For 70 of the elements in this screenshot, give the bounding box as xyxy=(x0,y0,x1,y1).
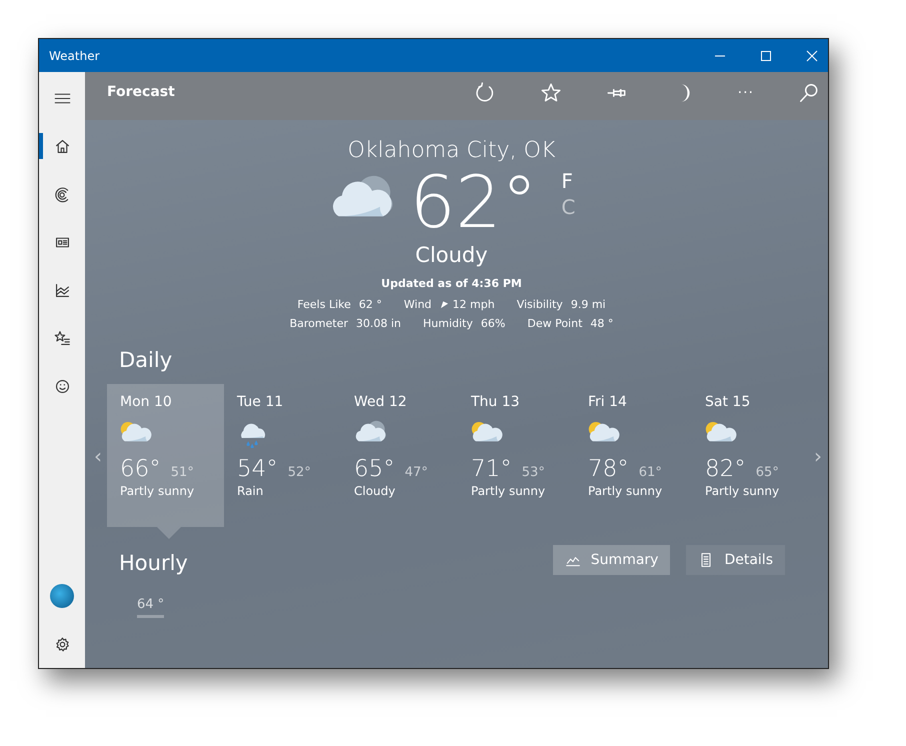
day-label: Tue 11 xyxy=(237,394,284,410)
day-card[interactable]: Wed 12 65° 47° Cloudy xyxy=(341,384,458,527)
home-icon[interactable] xyxy=(54,138,70,154)
day-label: Sat 15 xyxy=(705,394,752,410)
day-condition: Rain xyxy=(237,484,264,498)
high-temp: 82° xyxy=(705,456,746,482)
low-temp: 65° xyxy=(756,465,779,480)
high-temp: 65° xyxy=(354,456,395,482)
high-temp: 66° xyxy=(120,456,161,482)
detail-label: Wind xyxy=(404,298,432,311)
refresh-icon[interactable] xyxy=(474,82,496,104)
unit-toggle[interactable]: C xyxy=(561,195,576,219)
low-temp: 52° xyxy=(288,465,311,480)
previous-button[interactable]: ‹ xyxy=(89,444,107,468)
day-condition: Partly sunny xyxy=(471,484,546,498)
city-name: Oklahoma City, OK xyxy=(348,138,556,163)
day-label: Fri 14 xyxy=(588,394,628,410)
window-title: Weather xyxy=(48,48,100,62)
day-label: Thu 13 xyxy=(471,394,521,410)
detail-value: 9.9 mi xyxy=(570,298,606,311)
high-temp: 78° xyxy=(588,456,629,482)
unit-toggle[interactable]: F xyxy=(561,169,576,193)
high-temp: 71° xyxy=(471,456,512,482)
updated-time: Updated as of 4:36 PM xyxy=(381,277,522,290)
arrow-icon xyxy=(440,300,449,309)
avatar[interactable] xyxy=(50,584,74,608)
radar-icon[interactable] xyxy=(54,186,70,202)
detail-value: 48 ° xyxy=(590,317,614,330)
maximize-icon[interactable] xyxy=(760,50,772,62)
condition: Cloudy xyxy=(415,243,488,267)
detail-label: Dew Point xyxy=(527,317,582,330)
more-button[interactable]: ··· xyxy=(738,85,754,101)
day-card[interactable]: Thu 13 71° 53° Partly sunny xyxy=(458,384,575,527)
low-temp: 47° xyxy=(404,465,428,480)
detail-label: Barometer xyxy=(290,317,348,330)
line-chart-icon[interactable] xyxy=(54,282,70,298)
day-card[interactable]: Sat 15 82° 65° Partly sunny xyxy=(692,384,809,527)
day-label: Wed 12 xyxy=(354,394,408,410)
high-temp: 54° xyxy=(237,456,278,482)
detail-value: 30.08 in xyxy=(356,317,401,330)
page-title: Forecast xyxy=(106,83,175,100)
low-temp: 61° xyxy=(638,465,662,480)
search-icon[interactable] xyxy=(798,82,820,104)
detail-value: 62 ° xyxy=(358,298,382,311)
detail-value: 66% xyxy=(480,317,506,330)
detail-label: Humidity xyxy=(423,317,473,330)
hourly-temp: 64 ° xyxy=(137,597,164,618)
day-card[interactable]: Tue 11 54° 52° Rain xyxy=(224,384,341,527)
view-tab[interactable]: Details xyxy=(686,545,785,575)
day-condition: Partly sunny xyxy=(120,484,196,498)
close-icon[interactable] xyxy=(806,50,818,62)
day-condition: Partly sunny xyxy=(588,484,664,498)
smiley-icon[interactable] xyxy=(54,378,70,394)
section-heading: Daily xyxy=(119,348,174,372)
star-icon[interactable] xyxy=(540,82,562,104)
detail-label: Visibility xyxy=(516,298,563,311)
day-card[interactable]: Fri 14 78° 61° Partly sunny xyxy=(575,384,692,527)
detail-label: Feels Like xyxy=(297,298,351,311)
next-button[interactable]: › xyxy=(809,444,827,468)
view-tab[interactable]: Summary xyxy=(552,545,670,575)
low-temp: 51° xyxy=(170,465,194,480)
star-list-icon[interactable] xyxy=(54,330,70,346)
day-condition: Partly sunny xyxy=(705,484,780,498)
detail-value: 12 mph xyxy=(452,298,495,311)
section-heading: Hourly xyxy=(119,551,188,575)
temperature: 62° xyxy=(410,166,538,238)
settings-icon[interactable] xyxy=(54,636,70,652)
low-temp: 53° xyxy=(522,465,545,480)
day-label: Mon 10 xyxy=(120,394,173,410)
day-condition: Cloudy xyxy=(354,484,396,498)
